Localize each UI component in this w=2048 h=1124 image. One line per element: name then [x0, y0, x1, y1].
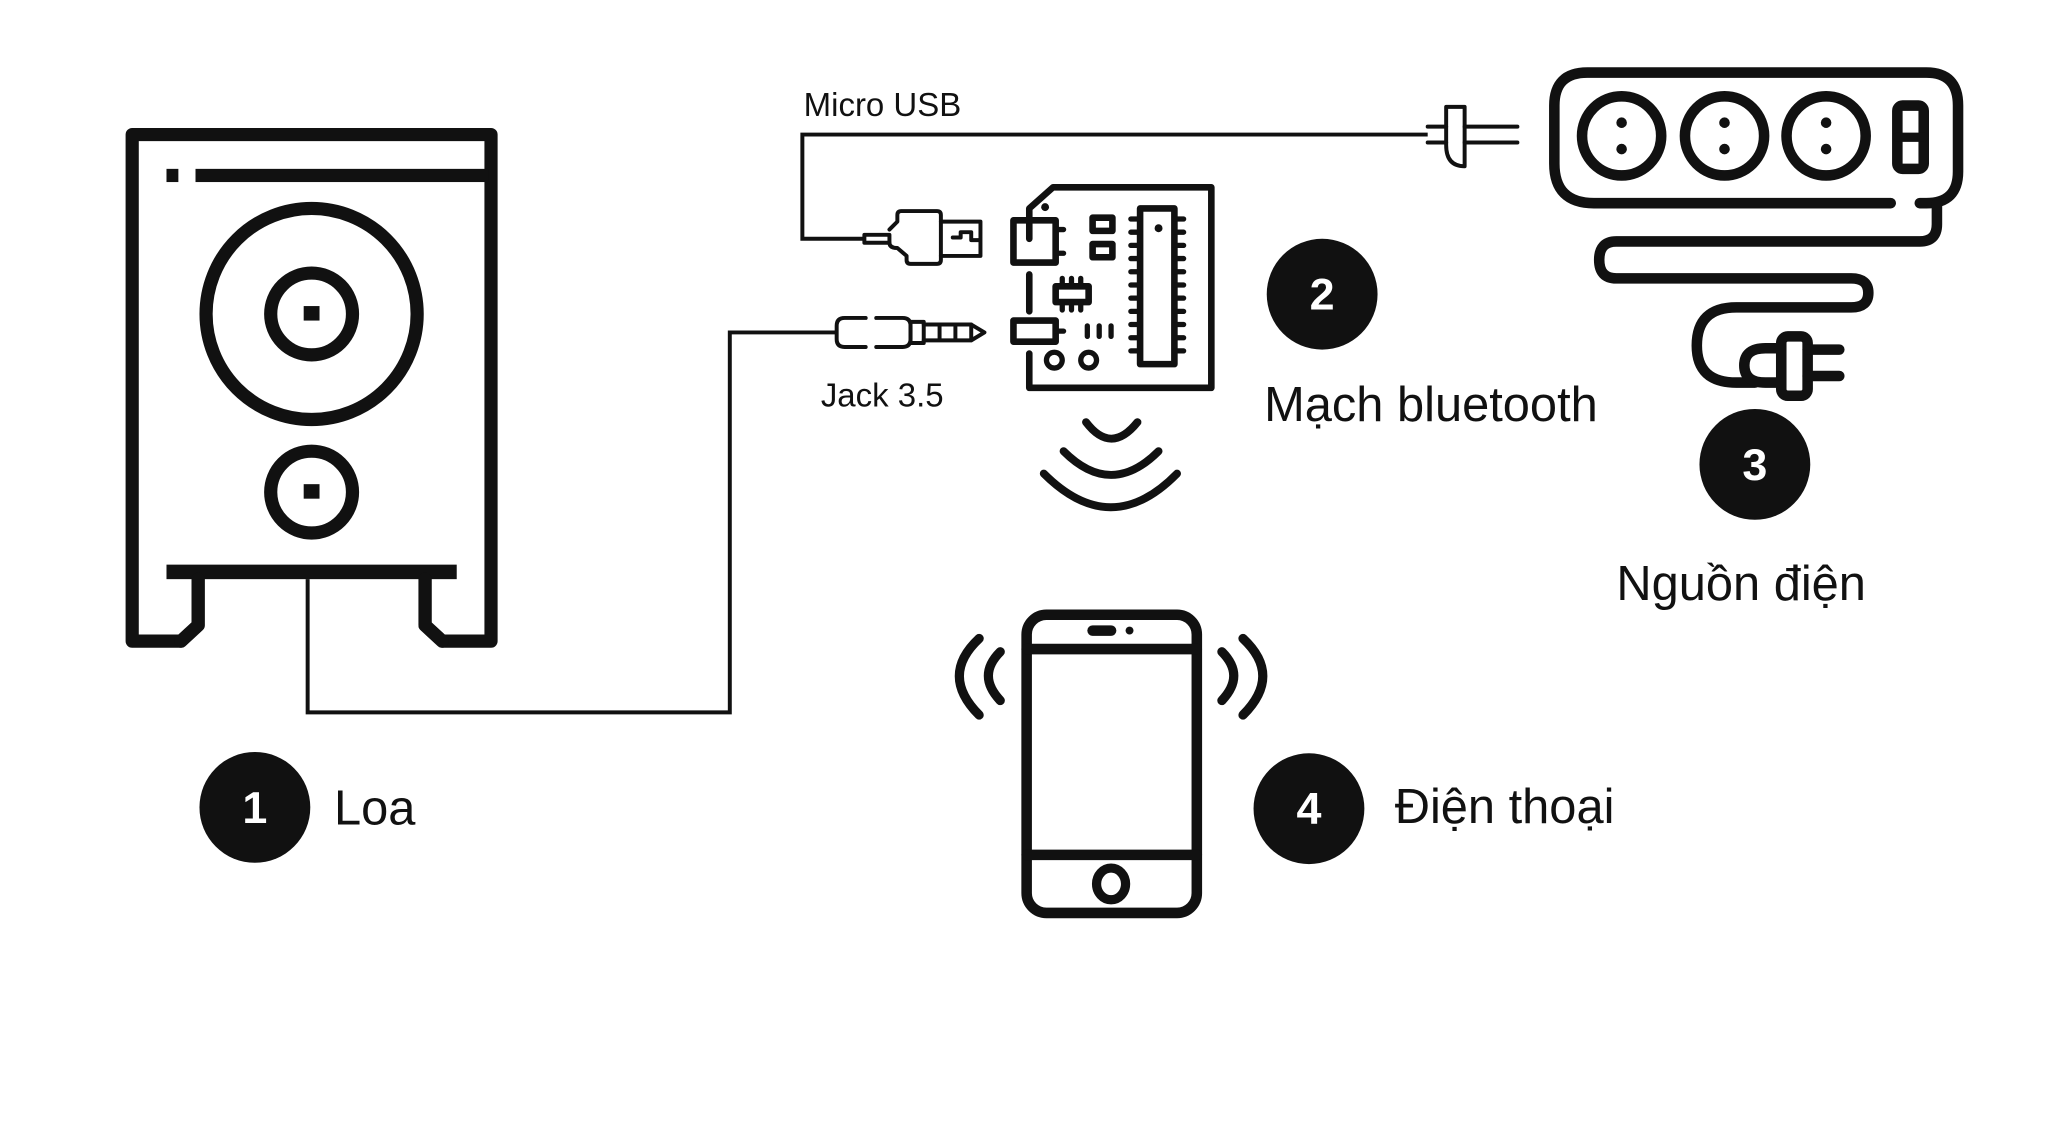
power-strip-icon	[1549, 67, 1964, 402]
component-label-4: Điện thoại	[1395, 780, 1615, 834]
micro-usb-plug-icon	[862, 209, 983, 266]
component-badge-2: 2	[1266, 238, 1378, 350]
speaker-icon	[125, 127, 498, 648]
component-label-3: Nguồn điện	[1616, 557, 1866, 611]
usb-power-adapter-icon	[1425, 104, 1520, 169]
svg-text:3: 3	[1742, 439, 1767, 490]
smartphone-icon	[954, 609, 1268, 919]
component-label-1: Loa	[334, 782, 416, 836]
svg-text:4: 4	[1296, 783, 1321, 834]
bluetooth-board-icon	[1010, 184, 1215, 392]
micro-usb-label: Micro USB	[804, 86, 962, 123]
component-badge-1: 1	[199, 751, 311, 863]
component-label-2: Mạch bluetooth	[1264, 378, 1598, 432]
jack-label: Jack 3.5	[821, 376, 944, 413]
wiring-diagram: Jack 3.5 Micro USB 2 Mạch bluetooth 3 Ng…	[125, 67, 1964, 919]
svg-text:2: 2	[1310, 269, 1335, 320]
wireless-signal-icon	[1039, 418, 1181, 512]
component-badge-4: 4	[1253, 753, 1365, 865]
component-badge-3: 3	[1699, 408, 1811, 520]
audio-jack-icon	[834, 315, 987, 349]
svg-text:1: 1	[242, 782, 267, 833]
